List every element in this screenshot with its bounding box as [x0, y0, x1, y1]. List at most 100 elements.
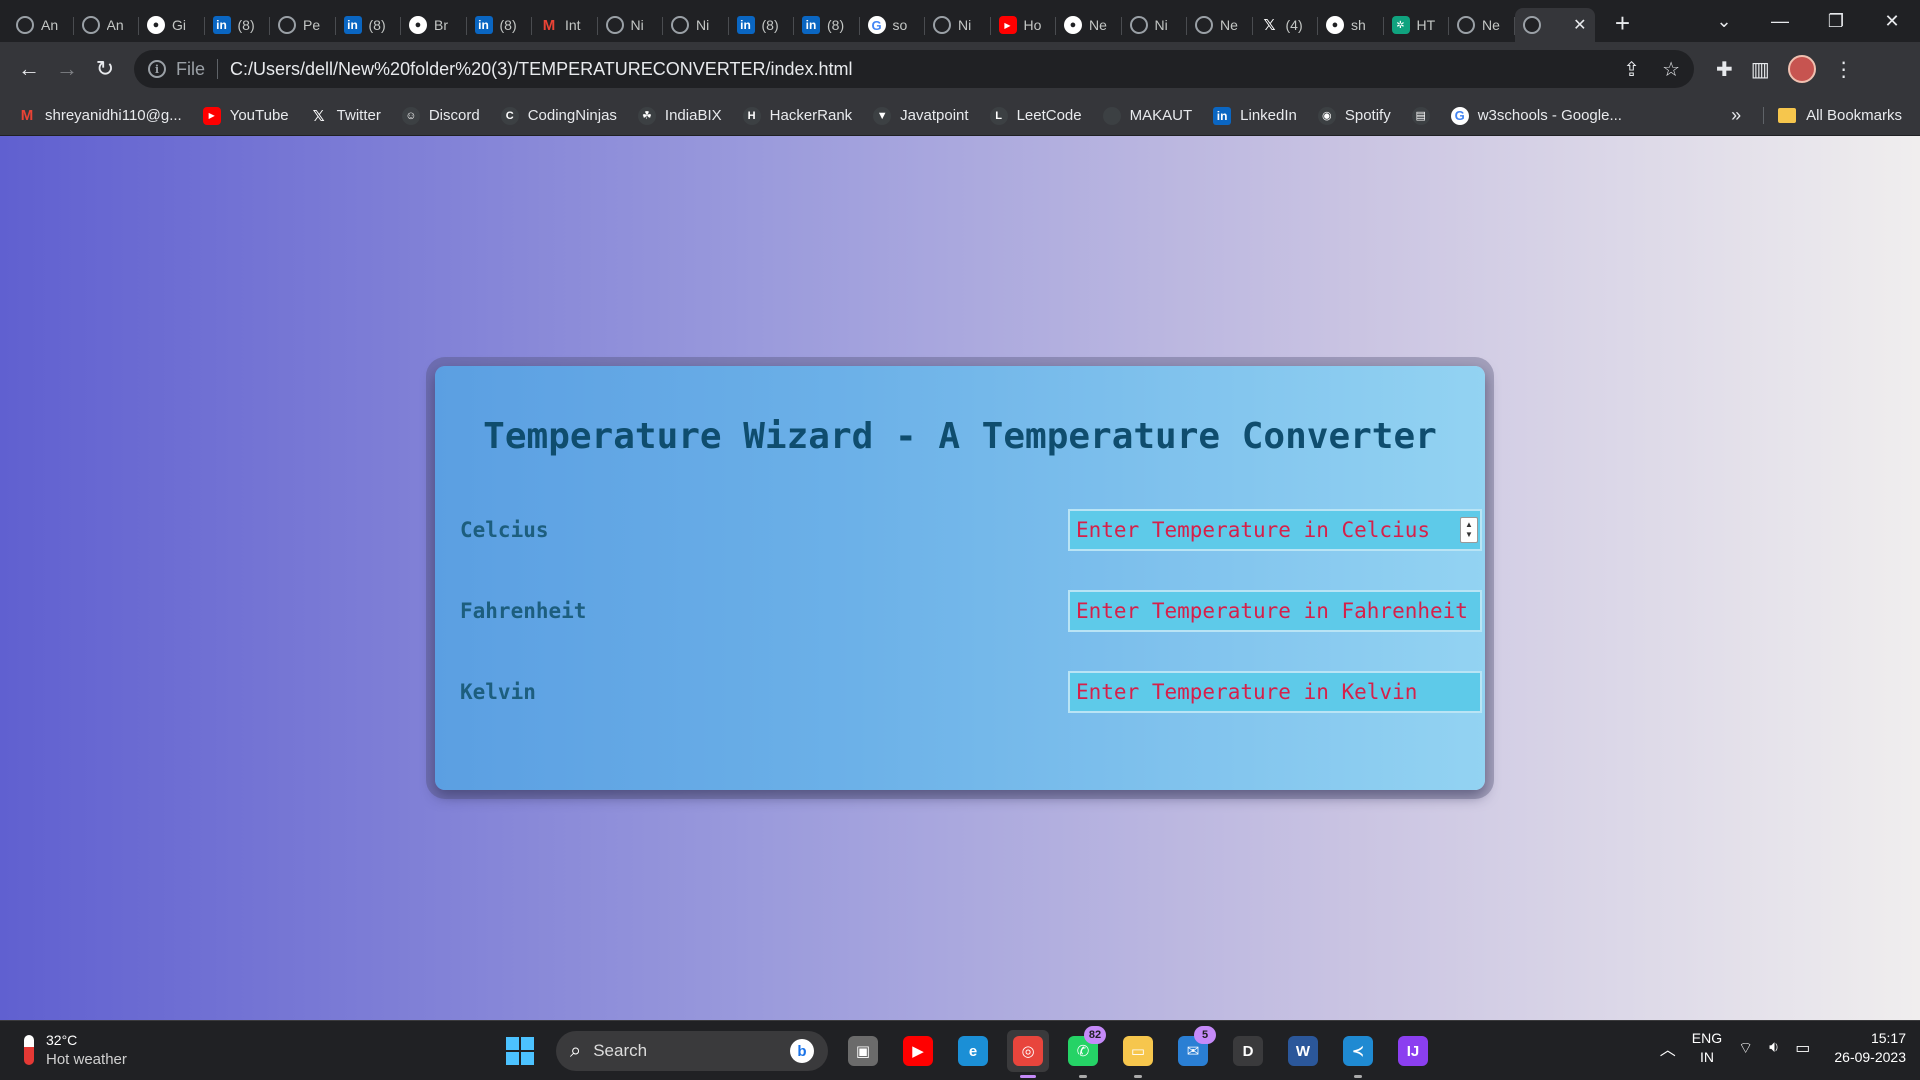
- browser-tab[interactable]: in (8): [794, 8, 860, 42]
- kelvin-input[interactable]: [1068, 671, 1482, 713]
- celcius-input[interactable]: [1068, 509, 1482, 551]
- wifi-icon[interactable]: ⌔: [1738, 1038, 1753, 1058]
- tab-title: Br: [434, 17, 448, 33]
- profile-avatar[interactable]: [1787, 55, 1816, 83]
- browser-tab-active[interactable]: ✕: [1514, 8, 1595, 42]
- bookmark-item[interactable]: 𝕏 Twitter: [310, 107, 381, 125]
- browser-tab[interactable]: ● Ne: [1056, 8, 1122, 42]
- all-bookmarks-button[interactable]: All Bookmarks: [1763, 107, 1902, 124]
- browser-tab[interactable]: in (8): [336, 8, 402, 42]
- taskbar-center: ⌕ Search b ▣ ▶ e ◎ ✆ 82 ▭ ✉ 5 D W ≺ IJ: [498, 1026, 1434, 1078]
- forward-button[interactable]: →: [48, 50, 86, 88]
- browser-tab[interactable]: Ni: [598, 8, 664, 42]
- browser-tab[interactable]: ▶ Ho: [991, 8, 1057, 42]
- taskbar-app[interactable]: IJ: [1392, 1030, 1434, 1072]
- bookmark-item[interactable]: ◉ Spotify: [1317, 106, 1391, 125]
- bookmark-label: MAKAUT: [1129, 107, 1193, 124]
- reload-button[interactable]: ↻: [86, 50, 124, 88]
- weather-widget[interactable]: 32°C Hot weather: [24, 1031, 127, 1069]
- bookmark-item[interactable]: Gw3schools - Google...: [1450, 106, 1622, 125]
- chevron-up-icon[interactable]: ︿: [1660, 1036, 1676, 1060]
- bookmark-item[interactable]: ▼ Javatpoint: [873, 106, 969, 125]
- taskbar-app[interactable]: ▶: [897, 1030, 939, 1072]
- bookmark-item[interactable]: H HackerRank: [742, 106, 852, 125]
- address-bar[interactable]: i File C:/Users/dell/New%20folder%20(3)/…: [134, 50, 1694, 88]
- taskbar-app[interactable]: ◎: [1007, 1030, 1049, 1078]
- number-spinner[interactable]: ▲ ▼: [1460, 517, 1478, 543]
- bookmark-item[interactable]: ▶ YouTube: [202, 106, 289, 125]
- volume-icon[interactable]: 🔉︎: [1769, 1039, 1779, 1057]
- bookmark-item[interactable]: L LeetCode: [989, 106, 1082, 125]
- spinner-up-icon[interactable]: ▲: [1465, 520, 1473, 530]
- tab-title: Ni: [630, 17, 644, 33]
- bookmark-item[interactable]: MAKAUT: [1102, 106, 1193, 125]
- restore-button[interactable]: ❐: [1808, 11, 1864, 32]
- globe-icon: [81, 16, 100, 34]
- back-button[interactable]: ←: [10, 50, 48, 88]
- taskbar-app[interactable]: ▣: [842, 1030, 884, 1072]
- clock[interactable]: 15:17 26-09-2023: [1834, 1029, 1906, 1067]
- url-text[interactable]: C:/Users/dell/New%20folder%20(3)/TEMPERA…: [230, 59, 853, 80]
- menu-kebab-icon[interactable]: ⋮: [1834, 57, 1854, 82]
- share-icon[interactable]: ⇪: [1623, 57, 1640, 82]
- browser-tab[interactable]: in (8): [729, 8, 795, 42]
- bookmarks-overflow-button[interactable]: »: [1731, 105, 1741, 126]
- bookmark-item[interactable]: in LinkedIn: [1213, 106, 1297, 125]
- browser-tab[interactable]: ● Br: [401, 8, 467, 42]
- minimize-button[interactable]: —: [1752, 11, 1808, 32]
- taskbar-app[interactable]: ≺: [1337, 1030, 1379, 1078]
- close-tab-icon[interactable]: ✕: [1573, 15, 1586, 35]
- taskbar-app[interactable]: W: [1282, 1030, 1324, 1072]
- gmail-icon: M: [542, 16, 556, 34]
- spinner-down-icon[interactable]: ▼: [1465, 530, 1473, 540]
- browser-tab[interactable]: M Int: [532, 8, 598, 42]
- clock-date: 26-09-2023: [1834, 1049, 1906, 1065]
- bookmark-item[interactable]: ▤: [1411, 106, 1430, 125]
- bookmark-item[interactable]: ☺ Discord: [401, 106, 480, 125]
- browser-tab[interactable]: ✲ HT: [1384, 8, 1450, 42]
- battery-icon[interactable]: ▭: [1795, 1038, 1810, 1058]
- bookmark-item[interactable]: Mshreyanidhi110@g...: [18, 107, 182, 125]
- fahrenheit-label: Fahrenheit: [460, 599, 587, 623]
- bookmarks-bar: Mshreyanidhi110@g... ▶ YouTube 𝕏 Twitter ☺ Dis…: [0, 96, 1920, 136]
- browser-tab[interactable]: ● Gi: [139, 8, 205, 42]
- globe-icon: [1195, 16, 1213, 34]
- browser-tab[interactable]: An: [74, 8, 140, 42]
- browser-tab[interactable]: Ni: [1122, 8, 1188, 42]
- browser-tab[interactable]: An: [8, 8, 74, 42]
- running-indicator: [1079, 1075, 1087, 1078]
- tab-search-chevron-icon[interactable]: ⌄: [1696, 11, 1752, 32]
- extensions-icon[interactable]: ✚: [1716, 57, 1733, 82]
- browser-tab[interactable]: ● sh: [1318, 8, 1384, 42]
- browser-tab[interactable]: 𝕏 (4): [1253, 8, 1319, 42]
- browser-tab[interactable]: Ne: [1449, 8, 1515, 42]
- taskbar-app[interactable]: e: [952, 1030, 994, 1072]
- browser-tab[interactable]: in (8): [467, 8, 533, 42]
- fahrenheit-input[interactable]: [1068, 590, 1482, 632]
- browser-tab[interactable]: in (8): [205, 8, 271, 42]
- bookmark-label: Spotify: [1344, 107, 1391, 124]
- taskbar-app[interactable]: D: [1227, 1030, 1269, 1072]
- taskbar-app[interactable]: ▭: [1117, 1030, 1159, 1078]
- bookmark-item[interactable]: C CodingNinjas: [500, 106, 617, 125]
- bookmark-star-icon[interactable]: ☆: [1662, 57, 1680, 82]
- browser-tab[interactable]: Ne: [1187, 8, 1253, 42]
- language-indicator[interactable]: ENG IN: [1692, 1029, 1722, 1067]
- browser-tab[interactable]: Ni: [925, 8, 991, 42]
- spotify-icon: ◉: [1317, 106, 1336, 125]
- taskbar-app[interactable]: ✆ 82: [1062, 1026, 1106, 1078]
- site-info-icon[interactable]: i: [148, 60, 166, 78]
- bing-icon[interactable]: b: [790, 1039, 814, 1063]
- bookmark-item[interactable]: ☘ IndiaBIX: [637, 106, 722, 125]
- start-button[interactable]: [498, 1029, 542, 1073]
- bookmark-label: Javatpoint: [900, 107, 969, 124]
- taskbar-search[interactable]: ⌕ Search b: [556, 1031, 828, 1071]
- new-tab-button[interactable]: +: [1607, 8, 1639, 39]
- taskbar-app[interactable]: ✉ 5: [1172, 1026, 1216, 1072]
- close-window-button[interactable]: ✕: [1864, 11, 1920, 32]
- browser-tab[interactable]: Pe: [270, 8, 336, 42]
- side-panel-icon[interactable]: ▥: [1751, 57, 1770, 82]
- browser-tab[interactable]: Gso: [860, 8, 926, 42]
- globe-icon: [16, 16, 34, 34]
- browser-tab[interactable]: Ni: [663, 8, 729, 42]
